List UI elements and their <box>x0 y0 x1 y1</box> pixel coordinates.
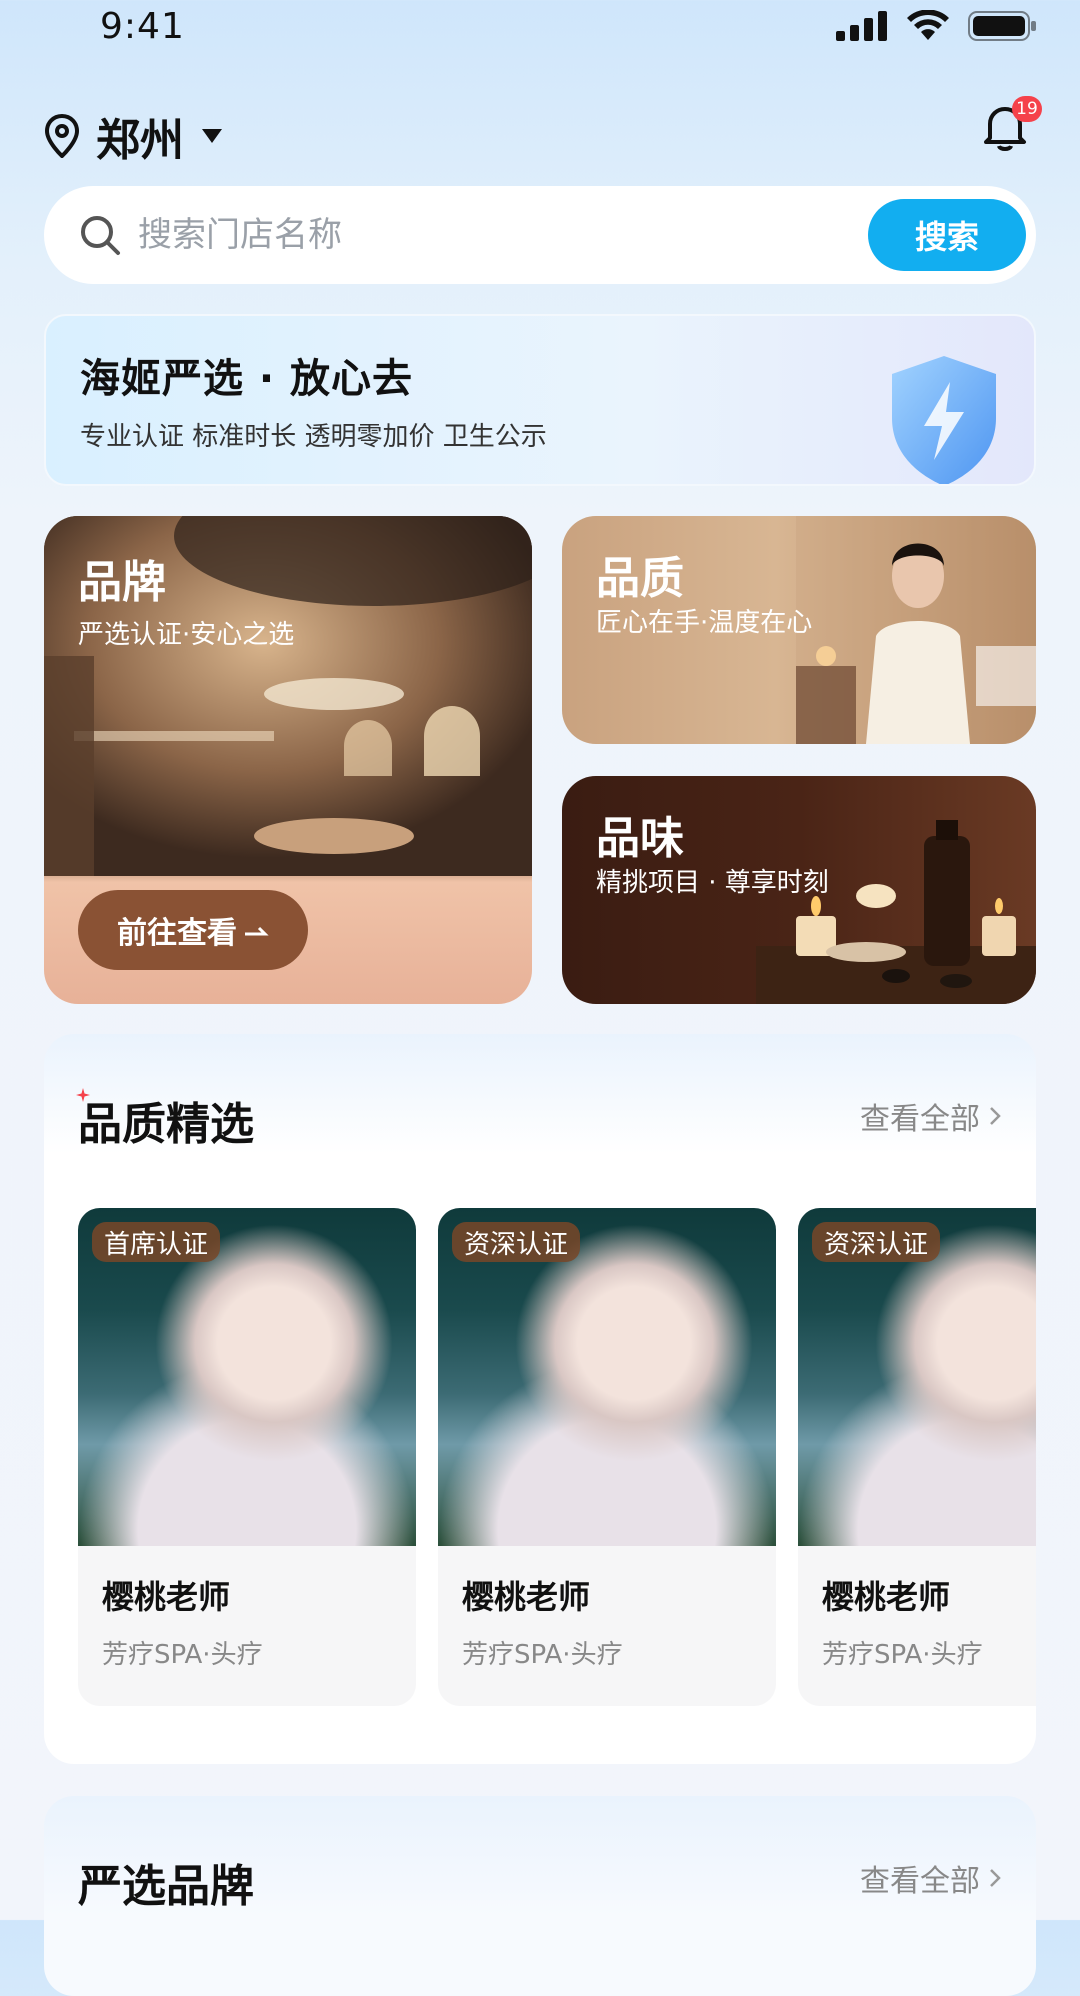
therapist-name: 樱桃老师 <box>822 1578 951 1616</box>
chevron-right-icon <box>990 1869 1001 1887</box>
brand-card-title: 品牌 <box>78 557 166 608</box>
taste-card[interactable]: 品味 精挑项目 · 尊享时刻 <box>562 776 1036 1004</box>
shield-lightning-icon <box>892 356 996 484</box>
therapist-tags: 芳疗SPA·头疗 <box>822 1640 983 1670</box>
goto-button[interactable]: 前往查看 <box>78 890 308 970</box>
search-bar[interactable]: 搜索 <box>44 186 1036 284</box>
search-input[interactable] <box>136 214 840 256</box>
taste-card-title: 品味 <box>596 813 684 864</box>
search-icon <box>81 216 120 255</box>
battery-icon <box>968 11 1036 41</box>
certification-badge: 资深认证 <box>452 1222 581 1262</box>
section-title: 严选品牌 <box>78 1861 254 1912</box>
therapist-tags: 芳疗SPA·头疗 <box>102 1640 263 1670</box>
promo-title: 海姬严选 · 放心去 <box>80 356 414 402</box>
see-all-label: 查看全部 <box>860 1864 980 1899</box>
goto-button-label: 前往查看 <box>117 916 237 951</box>
therapist-tags: 芳疗SPA·头疗 <box>462 1640 623 1670</box>
therapist-name: 樱桃老师 <box>462 1578 591 1616</box>
see-all-link[interactable]: 查看全部 <box>860 1856 1002 1900</box>
promo-subtitle: 专业认证 标准时长 透明零加价 卫生公示 <box>80 422 547 452</box>
selected-brands-section: 严选品牌 查看全部 <box>44 1796 1036 1996</box>
caret-down-icon <box>202 129 222 143</box>
quality-card-title: 品质 <box>596 553 684 604</box>
chevron-right-icon <box>990 1107 1001 1125</box>
see-all-link[interactable]: 查看全部 <box>860 1094 1002 1138</box>
wifi-icon <box>907 10 949 40</box>
status-time: 9:41 <box>100 6 185 47</box>
certification-badge: 资深认证 <box>812 1222 941 1262</box>
arrow-right-icon <box>245 926 269 936</box>
therapist-card[interactable]: 首席认证 樱桃老师 芳疗SPA·头疗 <box>78 1208 416 1706</box>
notification-badge: 19 <box>1012 96 1042 122</box>
therapist-card[interactable]: 资深认证 樱桃老师 芳疗SPA·头疗 <box>798 1208 1036 1706</box>
therapist-name: 樱桃老师 <box>102 1578 231 1616</box>
status-icons <box>836 10 1038 42</box>
therapist-card[interactable]: 资深认证 樱桃老师 芳疗SPA·头疗 <box>438 1208 776 1706</box>
brand-card-subtitle: 严选认证·安心之选 <box>78 620 295 650</box>
see-all-label: 查看全部 <box>860 1102 980 1137</box>
quality-card-subtitle: 匠心在手·温度在心 <box>596 608 813 638</box>
location-pin-icon <box>44 114 80 158</box>
notification-button[interactable]: 19 <box>978 96 1042 154</box>
taste-card-subtitle: 精挑项目 · 尊享时刻 <box>596 868 829 898</box>
section-title: 品质精选 <box>78 1099 254 1150</box>
brand-card[interactable]: 品牌 严选认证·安心之选 前往查看 <box>44 516 532 1004</box>
certification-badge: 首席认证 <box>92 1222 221 1262</box>
therapist-image <box>796 516 1036 744</box>
promo-banner[interactable]: 海姬严选 · 放心去 专业认证 标准时长 透明零加价 卫生公示 <box>44 314 1036 486</box>
signal-icon <box>836 11 887 41</box>
quality-card[interactable]: 品质 匠心在手·温度在心 <box>562 516 1036 744</box>
search-button[interactable]: 搜索 <box>868 199 1026 271</box>
city-label: 郑州 <box>96 115 184 166</box>
quality-picks-section: 品质精选 查看全部 首席认证 樱桃老师 芳疗SPA·头疗 资深认证 樱桃老师 芳… <box>44 1034 1036 1764</box>
location-selector[interactable]: 郑州 <box>44 104 224 168</box>
